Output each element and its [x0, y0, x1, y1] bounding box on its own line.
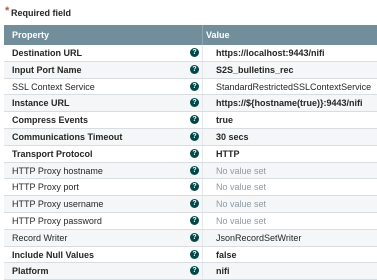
column-divider [202, 246, 203, 263]
column-divider [202, 112, 203, 128]
help-icon[interactable]: ? [190, 266, 199, 276]
property-name: HTTP Proxy password [12, 215, 102, 226]
header-divider [202, 25, 203, 45]
table-row[interactable]: Transport Protocol? HTTP [4, 145, 377, 163]
table-row[interactable]: HTTP Proxy port? No value set [4, 179, 377, 197]
property-name: SSL Context Service [12, 81, 95, 92]
help-icon[interactable]: ? [190, 64, 199, 74]
property-value[interactable]: No value set [216, 182, 266, 192]
property-name: Transport Protocol [12, 148, 93, 159]
column-divider [202, 263, 203, 280]
table-header: Property Value [4, 25, 377, 45]
property-name: Record Writer [12, 232, 68, 243]
table-row[interactable]: Input Port Name? S2S_bulletins_rec [4, 61, 377, 79]
help-icon[interactable]: ? [190, 48, 199, 57]
table-row[interactable]: Destination URL? https://localhost:9443/n… [4, 45, 377, 62]
property-value[interactable]: No value set [216, 216, 266, 226]
help-icon[interactable]: ? [190, 215, 199, 225]
property-value[interactable]: S2S_bulletins_rec [216, 65, 294, 75]
column-divider [202, 229, 203, 246]
property-name: HTTP Proxy username [12, 199, 104, 210]
property-value[interactable]: No value set [216, 199, 266, 209]
table-row[interactable]: HTTP Proxy hostname? No value set [4, 162, 377, 180]
table-row[interactable]: HTTP Proxy username? No value set [4, 196, 377, 213]
help-icon[interactable]: ? [190, 199, 199, 209]
column-divider [202, 61, 203, 78]
column-divider [202, 212, 203, 229]
help-icon[interactable]: ? [190, 232, 199, 242]
property-value[interactable]: https://localhost:9443/nifi [216, 48, 325, 58]
help-icon[interactable]: ? [190, 165, 199, 175]
required-field-label: Required field [11, 8, 72, 18]
table-row[interactable]: HTTP Proxy password? No value set [4, 212, 377, 230]
column-divider [202, 128, 203, 145]
property-name: HTTP Proxy hostname [12, 165, 103, 176]
property-name: Communications Timeout [12, 131, 123, 142]
column-divider [202, 45, 203, 61]
property-name: Include Null Values [12, 249, 95, 260]
column-divider [202, 196, 203, 212]
help-icon[interactable]: ? [190, 115, 199, 125]
table-row[interactable]: Include Null Values? false [4, 246, 377, 264]
property-value[interactable]: true [216, 115, 233, 125]
property-name: Destination URL [12, 48, 83, 58]
property-name: Platform [12, 266, 49, 277]
help-icon[interactable]: ? [190, 249, 199, 259]
table-row[interactable]: Record Writer? JsonRecordSetWriter [4, 229, 377, 247]
column-divider [202, 78, 203, 95]
property-value[interactable]: No value set [216, 166, 266, 176]
property-value[interactable]: false [216, 250, 237, 260]
help-icon[interactable]: ? [190, 131, 199, 141]
help-icon[interactable]: ? [190, 98, 199, 108]
property-name: HTTP Proxy port [12, 182, 79, 193]
property-value[interactable]: StandardRestrictedSSLContextService [216, 82, 371, 92]
column-divider [202, 145, 203, 162]
property-value[interactable]: https://${hostname(true)}:9443/nifi [216, 98, 363, 108]
help-icon[interactable]: ? [190, 182, 199, 192]
property-name: Instance URL [12, 98, 70, 109]
table-row[interactable]: Instance URL? https://${hostname(true)}:9… [4, 95, 377, 113]
help-icon[interactable]: ? [190, 81, 199, 91]
value-column-header[interactable]: Value [206, 30, 230, 40]
property-value[interactable]: nifi [216, 266, 230, 276]
table-body: Destination URL? https://localhost:9443/n… [4, 45, 377, 280]
help-icon[interactable]: ? [190, 148, 199, 158]
table-row[interactable]: SSL Context Service? StandardRestrictedSS… [4, 78, 377, 96]
column-divider [202, 179, 203, 196]
column-divider [202, 162, 203, 179]
column-divider [202, 95, 203, 112]
property-name: Input Port Name [12, 64, 82, 75]
properties-table: Property Value Destination URL? https://l… [4, 25, 377, 280]
required-field-legend: * Required field [0, 0, 377, 25]
asterisk-icon: * [5, 5, 10, 17]
property-column-header[interactable]: Property [12, 30, 49, 40]
property-value[interactable]: HTTP [216, 149, 240, 159]
property-value[interactable]: 30 secs [216, 132, 249, 142]
table-row[interactable]: Compress Events? true [4, 112, 377, 129]
property-value[interactable]: JsonRecordSetWriter [216, 233, 301, 243]
table-row[interactable]: Communications Timeout? 30 secs [4, 128, 377, 146]
property-name: Compress Events [12, 115, 89, 126]
